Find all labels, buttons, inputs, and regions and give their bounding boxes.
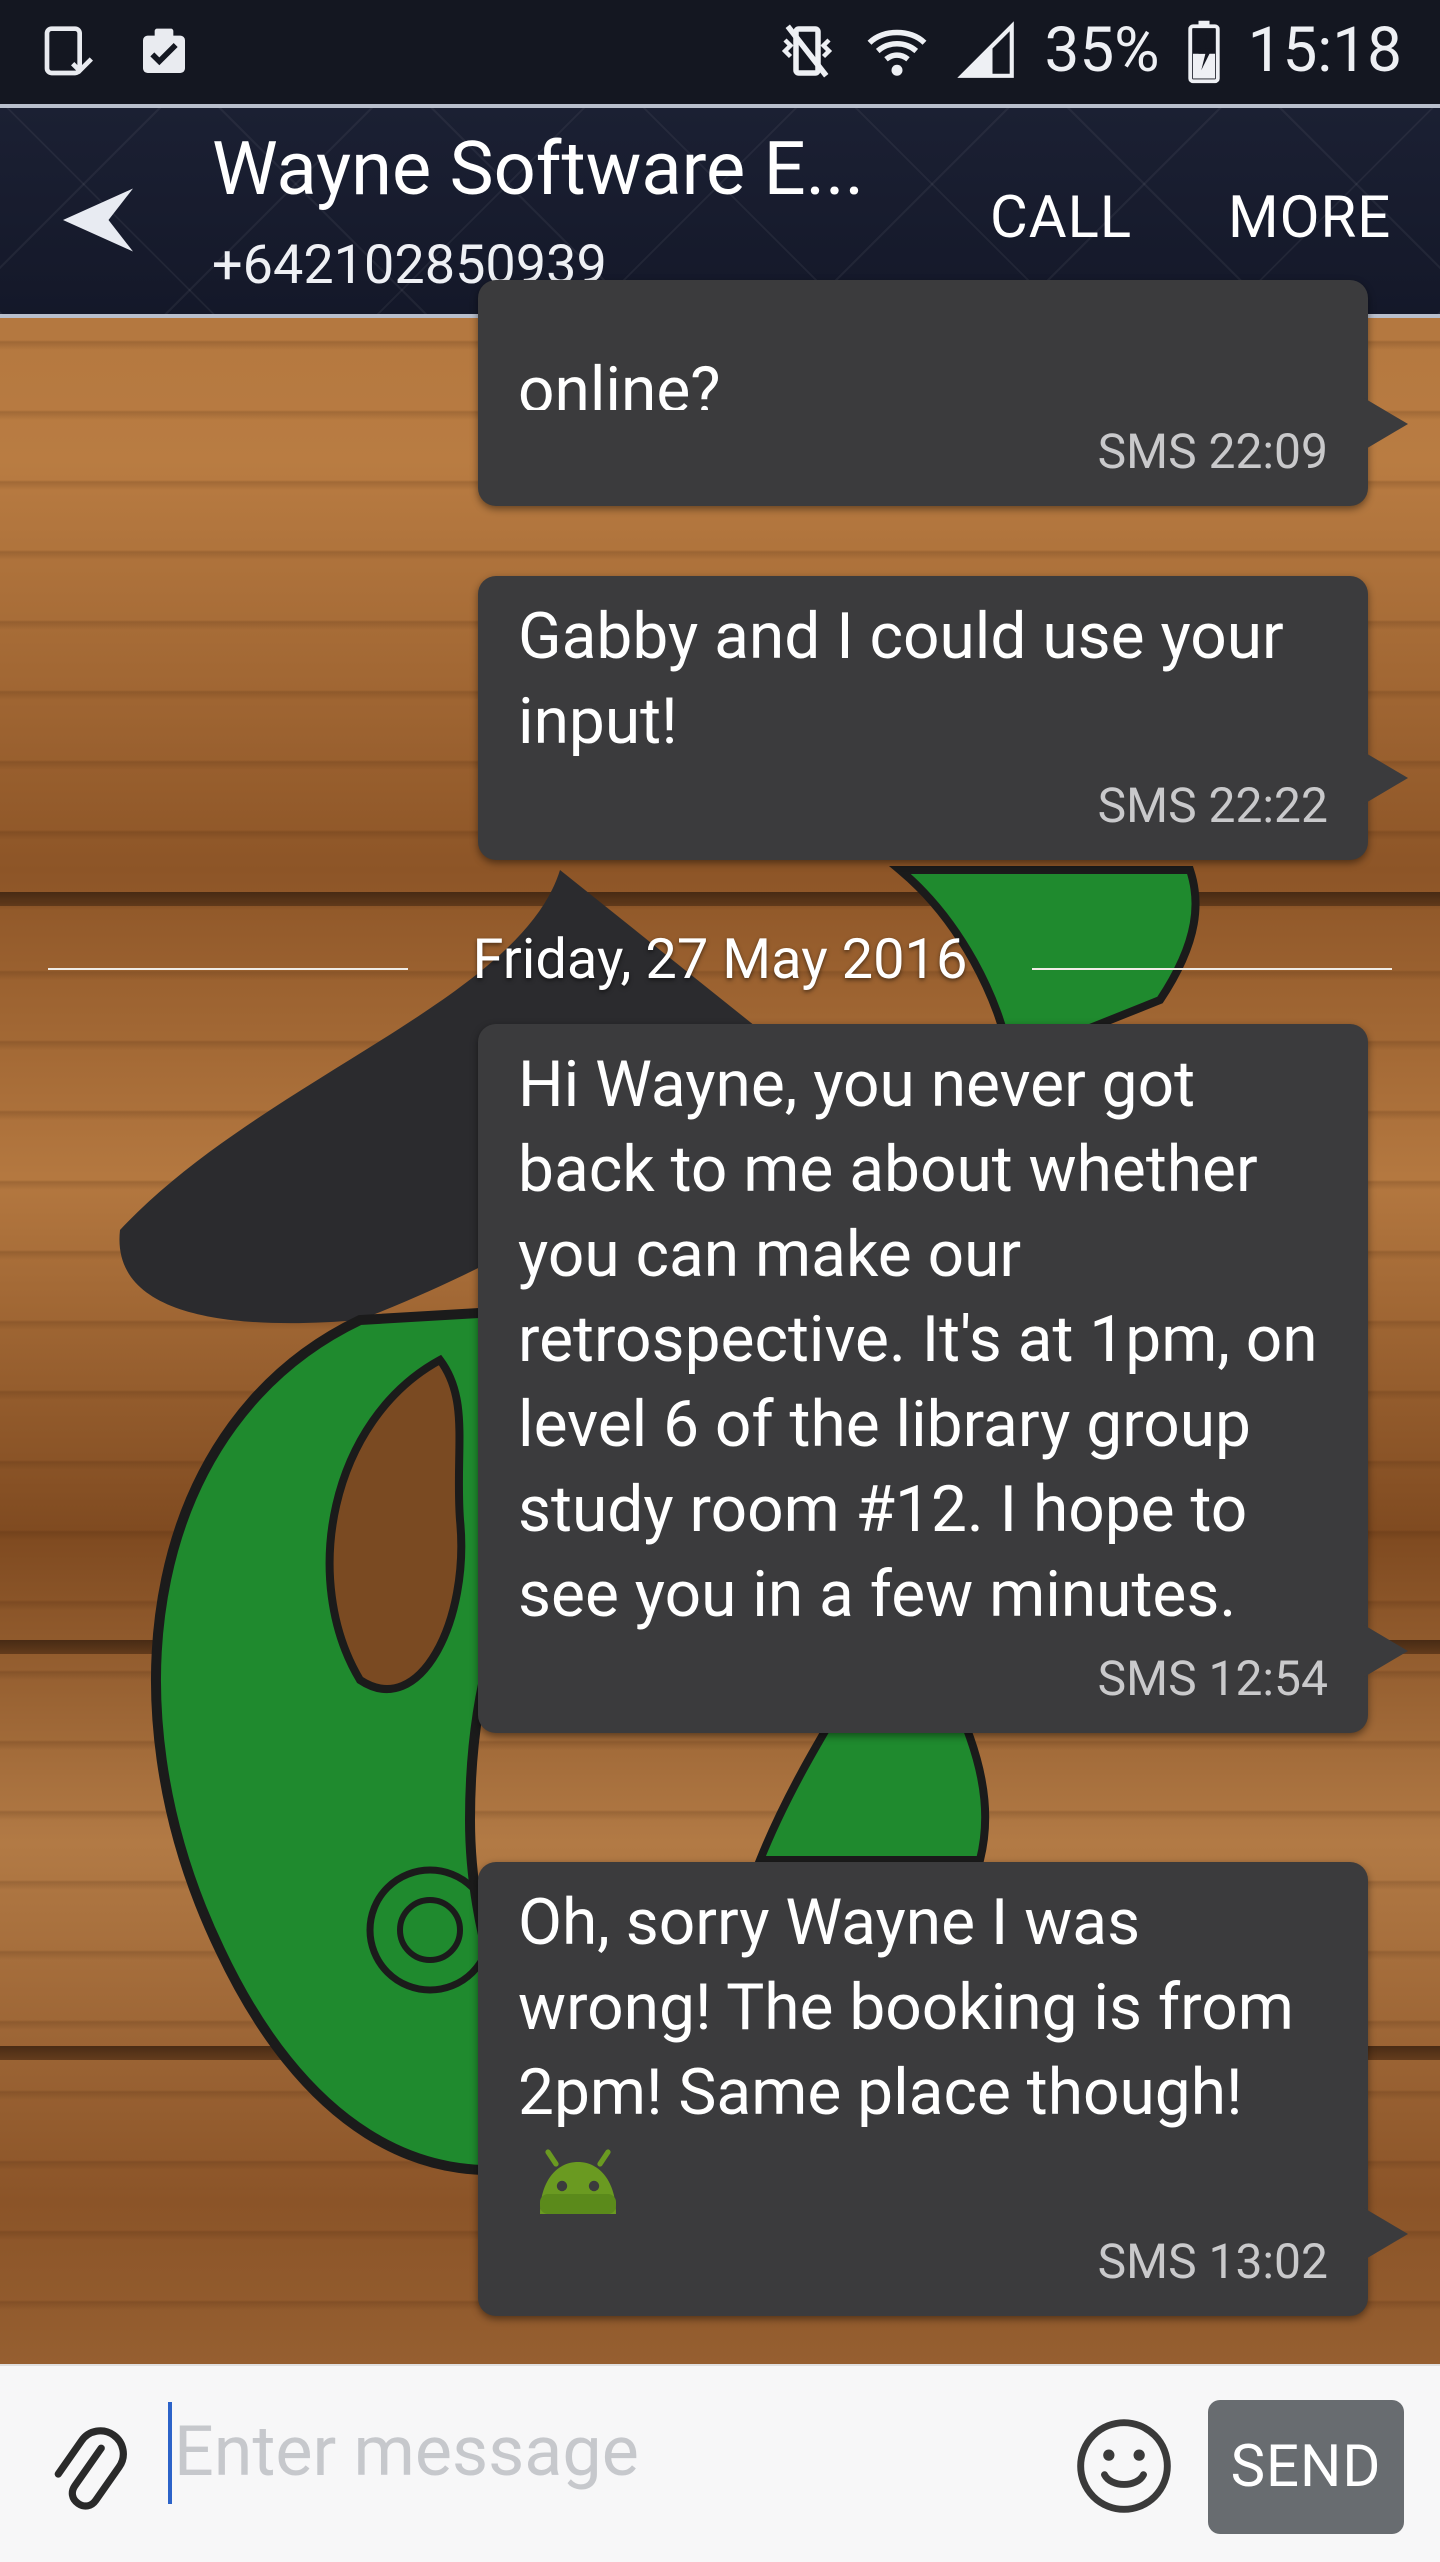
message-meta: SMS 22:22 xyxy=(1097,777,1328,834)
battery-percent: 35% xyxy=(1044,14,1160,87)
emoji-icon[interactable] xyxy=(1072,2414,1176,2518)
message-bubble[interactable]: Oh, sorry Wayne I was wrong! The booking… xyxy=(478,1862,1408,2316)
android-emoji-icon xyxy=(540,2149,616,2215)
message-text-clip: online? xyxy=(518,280,1328,410)
more-button[interactable]: MORE xyxy=(1228,184,1391,252)
clipboard-check-icon xyxy=(143,28,185,73)
contact-name: Wayne Software E... xyxy=(212,126,865,213)
screenshot-icon xyxy=(44,26,93,76)
message-text: Gabby and I could use your input! xyxy=(518,599,1300,759)
battery-charging-icon xyxy=(1187,20,1220,83)
vibrate-mute-icon xyxy=(782,24,833,77)
message-meta: SMS 13:02 xyxy=(1097,2233,1328,2290)
call-button[interactable]: CALL xyxy=(990,184,1132,252)
message-text: online? xyxy=(518,353,721,410)
send-button[interactable]: SEND xyxy=(1208,2400,1404,2534)
message-bubble[interactable]: Hi Wayne, you never got back to me about… xyxy=(478,1024,1408,1733)
message-bubble[interactable]: online? SMS 22:09 xyxy=(478,280,1408,506)
message-text: Oh, sorry Wayne I was wrong! The booking… xyxy=(518,1885,1310,2130)
date-label: Friday, 27 May 2016 xyxy=(472,926,968,992)
message-meta: SMS 12:54 xyxy=(1097,1650,1328,1707)
back-arrow-icon[interactable] xyxy=(56,178,140,262)
signal-icon xyxy=(957,20,1015,78)
message-input[interactable] xyxy=(172,2396,1036,2508)
message-meta: SMS 22:09 xyxy=(1097,423,1328,480)
wifi-icon xyxy=(868,29,927,76)
clock: 15:18 xyxy=(1247,14,1402,87)
message-bubble[interactable]: Gabby and I could use your input! SMS 22… xyxy=(478,576,1408,860)
date-divider: Friday, 27 May 2016 xyxy=(48,926,1392,996)
paperclip-icon[interactable] xyxy=(40,2422,136,2518)
message-text-row: Oh, sorry Wayne I was wrong! The booking… xyxy=(518,1880,1328,2220)
status-bar: 35% 15:18 xyxy=(0,0,1440,104)
message-text: Hi Wayne, you never got back to me about… xyxy=(518,1047,1334,1632)
divider-line xyxy=(1032,968,1392,970)
message-composer: SEND xyxy=(0,2364,1440,2562)
